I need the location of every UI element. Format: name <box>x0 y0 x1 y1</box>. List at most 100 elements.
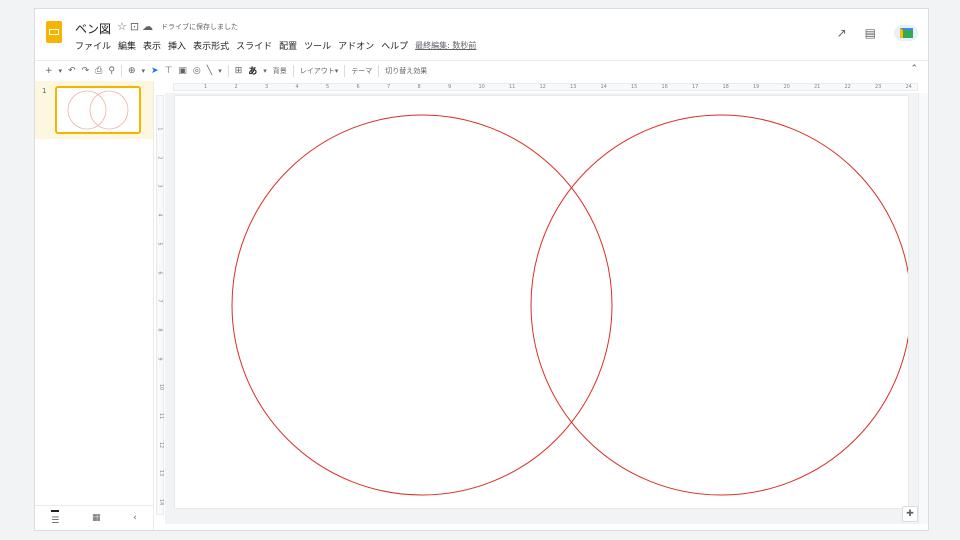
collapse-menu-icon[interactable]: ⌃ <box>910 64 918 74</box>
text-box-icon[interactable]: ⊤ <box>165 66 173 76</box>
menu-bar: ファイル 編集 表示 挿入 表示形式 スライド 配置 ツール アドオン ヘルプ … <box>75 39 476 52</box>
v-ruler-tick: 9 <box>156 357 163 361</box>
filmstrip-view-icon[interactable]: ☰ <box>51 510 60 526</box>
menu-file[interactable]: ファイル <box>75 39 111 52</box>
v-ruler-tick: 13 <box>158 470 165 477</box>
comments-icon[interactable]: ▤ <box>865 26 876 40</box>
comment-add-icon[interactable]: ⊞ <box>235 66 243 76</box>
h-ruler-tick: 2 <box>234 84 238 90</box>
menu-help[interactable]: ヘルプ <box>381 39 408 52</box>
h-ruler-tick: 17 <box>692 84 699 90</box>
toolbar-divider <box>120 64 122 77</box>
line-dropdown-icon[interactable]: ▾ <box>218 67 222 75</box>
toolbar-divider <box>227 64 229 77</box>
vertical-ruler[interactable]: 1 2 3 4 5 6 7 8 9 10 11 12 13 14 <box>156 95 164 515</box>
h-ruler-tick: 19 <box>753 84 760 90</box>
v-ruler-tick: 11 <box>158 412 165 420</box>
header-actions: ↗ ▤ <box>837 25 918 41</box>
v-ruler-tick: 2 <box>156 156 163 160</box>
document-title[interactable]: ベン図 <box>75 20 111 37</box>
activity-dashboard-icon[interactable]: ↗ <box>837 26 847 40</box>
title-actions: ☆⊡☁ <box>117 20 156 33</box>
star-icon[interactable]: ☆ <box>117 20 130 33</box>
move-folder-icon[interactable]: ⊡ <box>130 20 142 33</box>
v-ruler-tick: 7 <box>156 299 163 303</box>
undo-icon[interactable]: ↶ <box>68 66 76 76</box>
save-status: ドライブに保存しました <box>161 23 238 31</box>
shape-icon[interactable]: ◎ <box>193 66 201 76</box>
h-ruler-tick: 15 <box>631 84 638 90</box>
slides-logo-icon[interactable] <box>46 21 62 43</box>
editor-canvas[interactable] <box>165 93 918 524</box>
h-ruler-tick: 23 <box>875 84 882 90</box>
menu-addons[interactable]: アドオン <box>338 39 374 52</box>
zoom-dropdown-icon[interactable]: ▾ <box>142 67 146 75</box>
image-icon[interactable]: ▣ <box>178 66 187 76</box>
v-ruler-tick: 6 <box>156 270 163 275</box>
meet-icon <box>899 28 913 38</box>
select-cursor-icon[interactable]: ➤ <box>151 66 159 76</box>
print-icon[interactable]: ⎙ <box>95 66 102 76</box>
h-ruler-tick: 21 <box>814 84 821 90</box>
slide-thumbnail[interactable] <box>55 86 141 134</box>
thumbnail-preview <box>67 90 129 130</box>
left-circle[interactable] <box>231 114 613 496</box>
toolbar-divider <box>378 64 380 77</box>
h-ruler-tick: 5 <box>326 84 330 90</box>
redo-icon[interactable]: ↷ <box>82 66 90 76</box>
slide-number: 1 <box>42 87 47 95</box>
slide-drawing <box>231 114 912 496</box>
explore-button[interactable]: ✚ <box>902 506 918 522</box>
h-ruler-tick: 9 <box>448 84 452 90</box>
thumb-right-circle <box>89 90 129 130</box>
menu-tools[interactable]: ツール <box>304 39 331 52</box>
meet-button[interactable] <box>894 25 918 41</box>
filmstrip-footer: ☰ ▦ ‹ <box>35 505 153 530</box>
last-edit-link[interactable]: 最終編集: 数秒前 <box>415 39 476 52</box>
menu-view[interactable]: 表示 <box>143 39 161 52</box>
toolbar-divider <box>292 64 294 77</box>
v-ruler-tick: 1 <box>156 127 163 131</box>
vertical-scrollbar[interactable] <box>918 93 928 524</box>
transition-button[interactable]: 切り替え効果 <box>385 66 427 76</box>
menu-format[interactable]: 表示形式 <box>193 39 229 52</box>
menu-insert[interactable]: 挿入 <box>168 39 186 52</box>
filmstrip: 1 ☰ ▦ ‹ <box>35 81 154 530</box>
h-ruler-tick: 22 <box>844 84 851 90</box>
menu-arrange[interactable]: 配置 <box>279 39 297 52</box>
v-ruler-tick: 3 <box>156 184 163 188</box>
v-ruler-tick: 14 <box>158 498 165 506</box>
input-tools-dropdown-icon[interactable]: ▾ <box>263 67 267 75</box>
h-ruler-tick: 4 <box>295 84 299 90</box>
h-ruler-tick: 20 <box>783 84 790 90</box>
input-tools-icon[interactable]: あ <box>248 64 257 77</box>
v-ruler-tick: 10 <box>158 384 165 391</box>
line-icon[interactable]: ╲ <box>207 66 212 76</box>
hide-filmstrip-icon[interactable]: ‹ <box>133 513 137 523</box>
menu-slide[interactable]: スライド <box>236 39 272 52</box>
zoom-icon[interactable]: ⊕ <box>128 66 136 76</box>
h-ruler-tick: 6 <box>356 84 360 90</box>
h-ruler-tick: 13 <box>570 84 577 90</box>
grid-view-icon[interactable]: ▦ <box>92 513 101 523</box>
slide-thumbnail-row[interactable]: 1 <box>35 81 153 139</box>
new-slide-dropdown-icon[interactable]: ▾ <box>59 67 63 75</box>
h-ruler-tick: 24 <box>905 84 912 90</box>
v-ruler-tick: 4 <box>156 213 163 217</box>
paint-format-icon[interactable]: ⚲ <box>108 66 115 76</box>
layout-button[interactable]: レイアウト▾ <box>300 66 339 76</box>
horizontal-ruler[interactable]: 1234567891011121314151617181920212223242… <box>173 83 918 91</box>
explore-icon: ✚ <box>906 509 914 519</box>
h-ruler-tick: 16 <box>661 84 668 90</box>
right-circle[interactable] <box>530 114 912 496</box>
cloud-status-icon[interactable]: ☁ <box>142 20 156 33</box>
h-ruler-tick: 14 <box>600 84 607 90</box>
h-ruler-tick: 3 <box>265 84 269 90</box>
background-button[interactable]: 背景 <box>273 66 287 76</box>
menu-edit[interactable]: 編集 <box>118 39 136 52</box>
h-ruler-tick: 12 <box>539 84 546 90</box>
slide-canvas[interactable] <box>175 96 912 508</box>
theme-button[interactable]: テーマ <box>351 66 372 76</box>
app-window: ベン図 ☆⊡☁ ドライブに保存しました ファイル 編集 表示 挿入 表示形式 ス… <box>34 8 929 531</box>
new-slide-icon[interactable]: + <box>45 66 53 76</box>
